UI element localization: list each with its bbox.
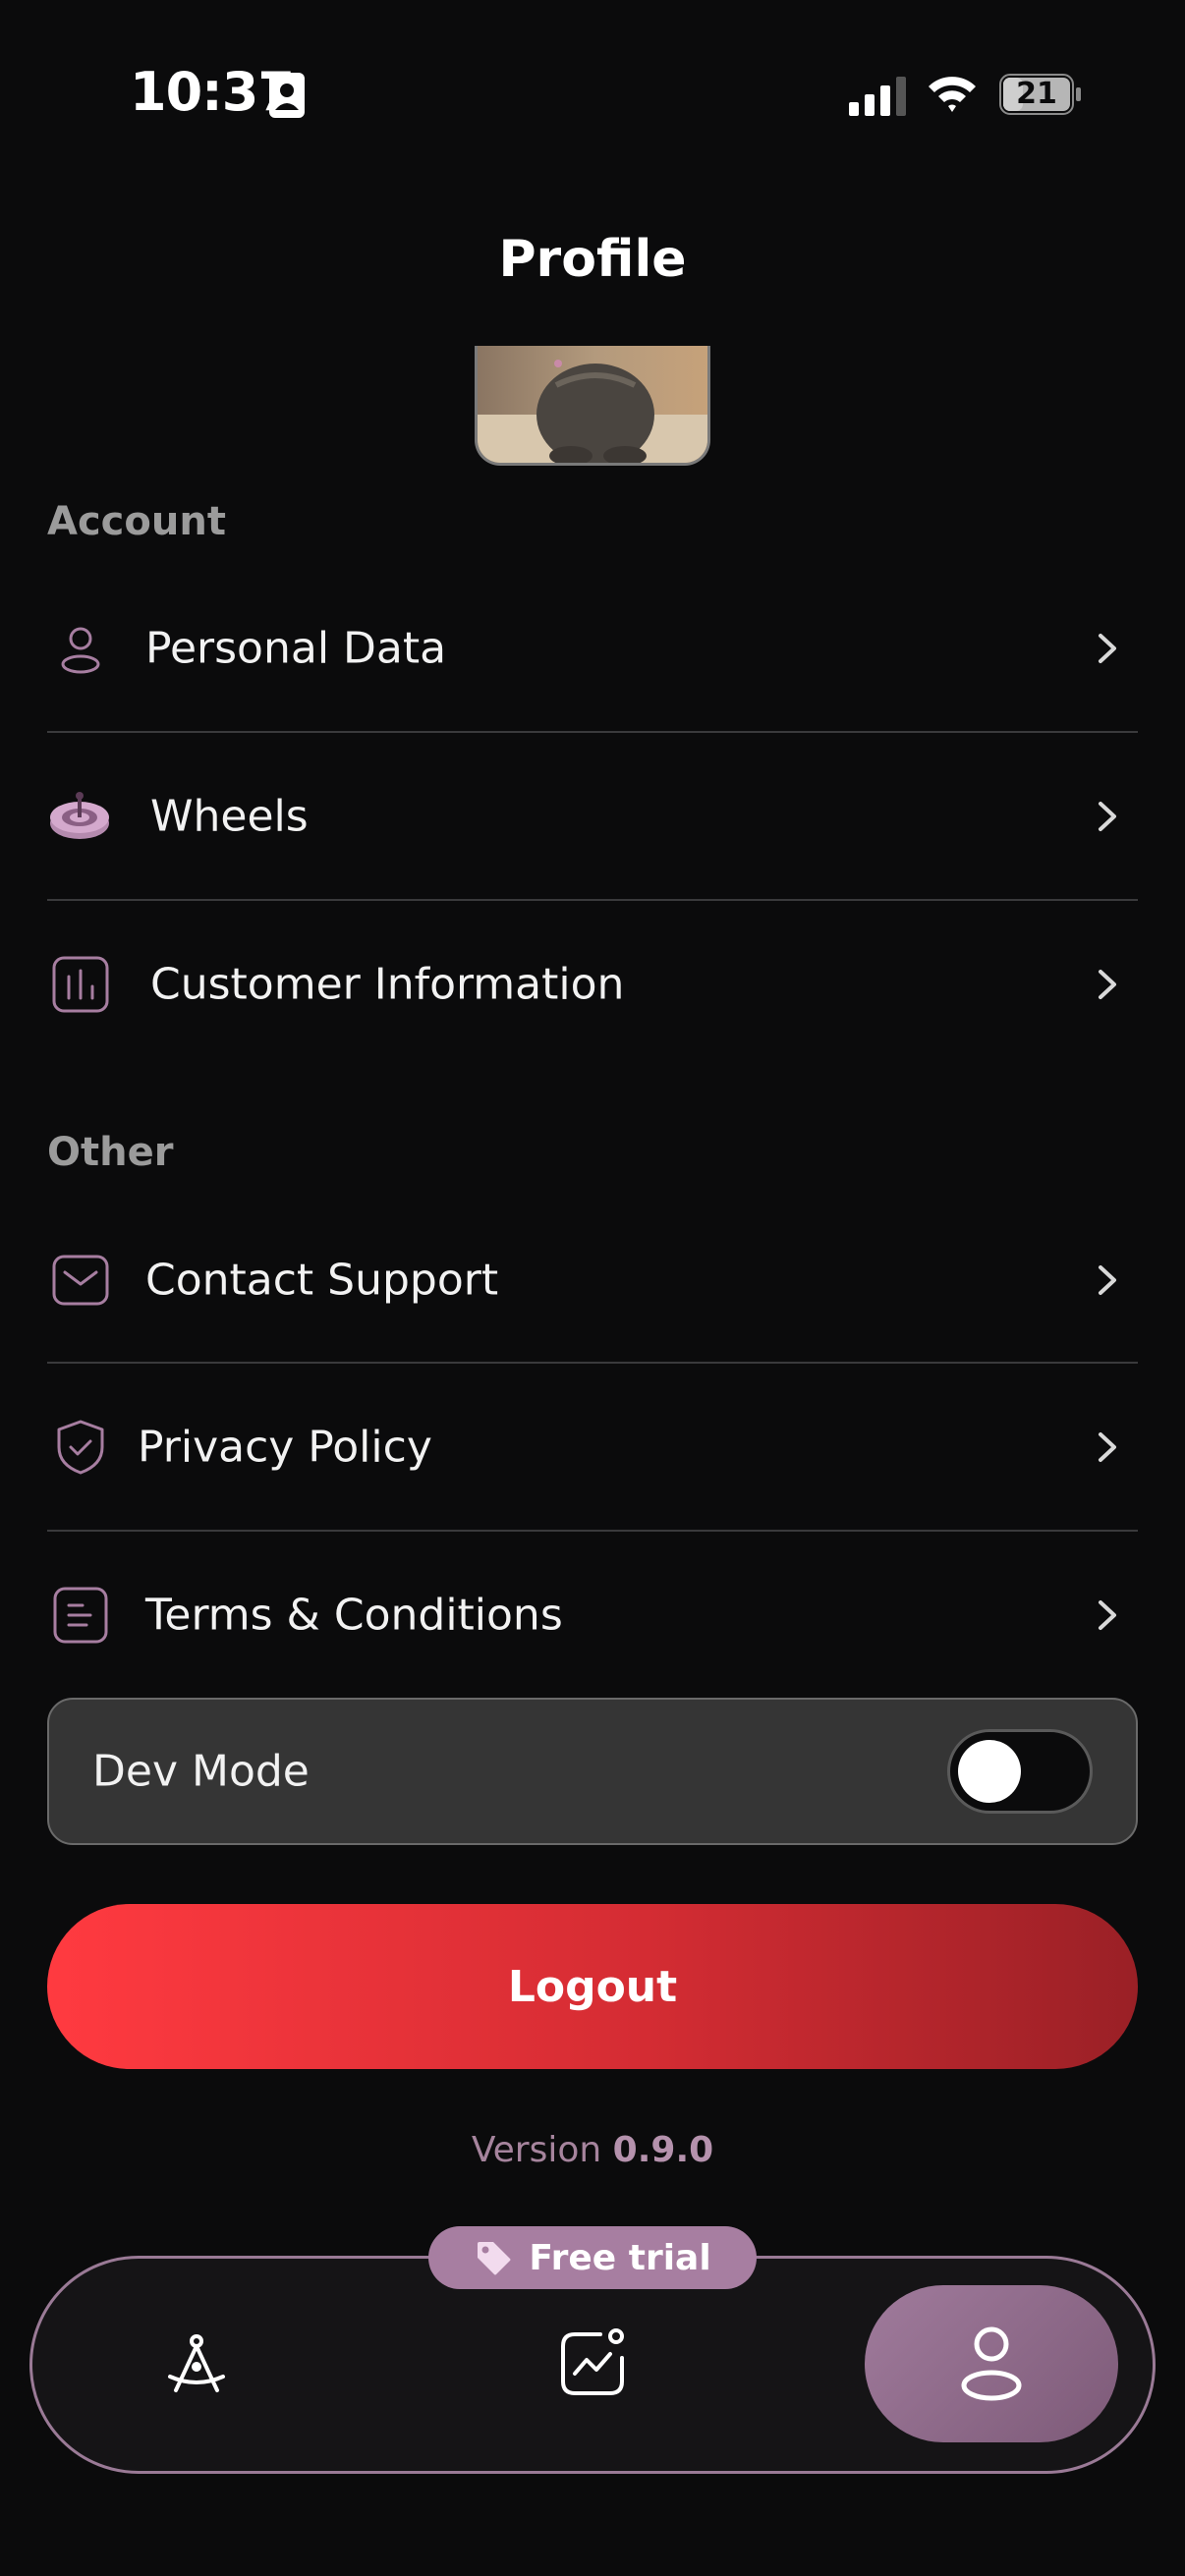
dev-mode-label: Dev Mode (92, 1746, 310, 1797)
tag-icon (478, 2242, 511, 2275)
version-number: 0.9.0 (612, 2130, 714, 2170)
row-label: Contact Support (145, 1255, 499, 1306)
free-trial-label: Free trial (529, 2237, 711, 2278)
person-icon (61, 627, 100, 674)
list-item-privacy-policy[interactable]: Privacy Policy (47, 1364, 1138, 1531)
list-item-contact-support[interactable]: Contact Support (47, 1197, 1138, 1364)
row-label: Terms & Conditions (145, 1590, 563, 1641)
signal-icon (849, 77, 906, 116)
version-prefix: Version (471, 2130, 602, 2170)
dev-mode-card: Dev Mode (47, 1698, 1138, 1845)
wifi-icon (929, 77, 976, 112)
chevron-right-icon (1099, 634, 1116, 663)
chevron-right-icon (1099, 1265, 1116, 1295)
version-text: Version 0.9.0 (0, 2130, 1185, 2170)
document-icon (53, 1587, 108, 1644)
list-item-terms-conditions[interactable]: Terms & Conditions (47, 1532, 1138, 1699)
free-trial-badge[interactable]: Free trial (428, 2226, 757, 2289)
list-item-personal-data[interactable]: Personal Data (47, 565, 1138, 732)
bar-chart-icon (52, 956, 109, 1013)
logout-button[interactable]: Logout (47, 1904, 1138, 2069)
compass-icon (168, 2334, 225, 2392)
list-item-wheels[interactable]: Wheels (47, 733, 1138, 900)
chevron-right-icon (1099, 1432, 1116, 1462)
nav-item-compass[interactable] (118, 2285, 275, 2442)
nav-item-profile[interactable] (865, 2285, 1118, 2442)
chevron-right-icon (1099, 802, 1116, 831)
chevron-right-icon (1099, 1600, 1116, 1630)
stats-icon (561, 2328, 624, 2395)
row-label: Personal Data (145, 623, 447, 674)
battery-level: 21 (1016, 77, 1057, 111)
row-label: Privacy Policy (138, 1422, 432, 1473)
section-title-account: Account (47, 499, 226, 544)
contact-card-icon (269, 73, 305, 118)
wheel-icon (50, 792, 109, 839)
section-title-other: Other (47, 1130, 174, 1175)
list-item-customer-information[interactable]: Customer Information (47, 901, 1138, 1068)
row-label: Customer Information (150, 959, 625, 1010)
shield-check-icon (57, 1420, 104, 1475)
mail-icon (52, 1255, 109, 1306)
status-bar: 10:37 21 (0, 0, 1185, 196)
chevron-right-icon (1099, 970, 1116, 999)
avatar[interactable] (475, 346, 710, 466)
row-label: Wheels (150, 791, 309, 842)
page-title: Profile (498, 230, 687, 289)
nav-item-stats[interactable] (514, 2285, 671, 2442)
profile-icon (961, 2326, 1022, 2401)
dev-mode-toggle[interactable] (947, 1729, 1093, 1814)
toggle-knob (958, 1740, 1021, 1803)
